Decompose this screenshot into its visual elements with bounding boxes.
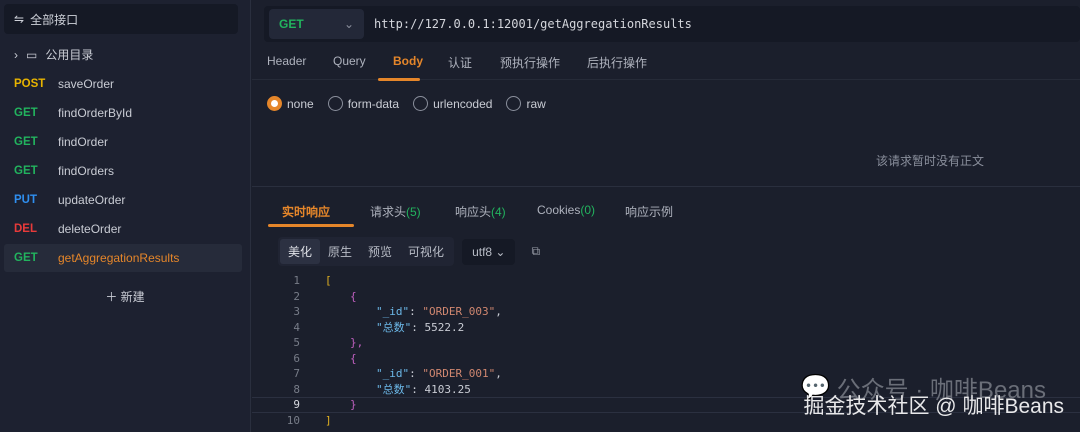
folder-icon: ▭	[26, 47, 38, 62]
method-badge: PUT	[14, 194, 37, 206]
view-pretty[interactable]: 美化	[280, 239, 321, 264]
tab-header[interactable]: Header	[267, 54, 306, 68]
tab-response-example[interactable]: 响应示例	[625, 203, 673, 220]
watermark-juejin: 掘金技术社区 @ 咖啡Beans	[803, 395, 1064, 418]
chevron-right-icon: ›	[14, 47, 18, 62]
all-apis-button[interactable]: ⇋ 全部接口	[4, 4, 238, 34]
radio-circle	[267, 96, 282, 111]
api-item-findOrders[interactable]: GET findOrders	[4, 157, 242, 185]
tab-post-script[interactable]: 后执行操作	[587, 54, 647, 71]
radio-none[interactable]: none	[267, 96, 314, 111]
method-badge: GET	[14, 107, 38, 119]
empty-body-message: 该请求暂时没有正文	[875, 154, 984, 168]
view-preview[interactable]: 预览	[360, 239, 400, 264]
url-input[interactable]: http://127.0.0.1:12001/getAggregationRes…	[374, 17, 692, 31]
url-bar: GET ⌄ http://127.0.0.1:12001/getAggregati…	[264, 6, 1080, 42]
method-select[interactable]: GET ⌄	[269, 9, 364, 39]
request-tabs: Header Query Body 认证 预执行操作 后执行操作	[252, 44, 1080, 81]
radio-circle	[413, 96, 429, 111]
folder-public[interactable]: › ▭ 公用目录	[14, 46, 93, 63]
tab-live-response[interactable]: 实时响应	[282, 203, 330, 220]
api-name: findOrders	[58, 164, 115, 178]
radio-form-data[interactable]: form-data	[327, 96, 399, 111]
api-item-findOrder[interactable]: GET findOrder	[4, 128, 242, 156]
api-item-saveOrder[interactable]: POST saveOrder	[4, 70, 242, 98]
active-tab-indicator	[268, 224, 354, 227]
chevron-down-icon: ⌄	[343, 17, 354, 31]
tab-request-headers[interactable]: 请求头(5)	[370, 203, 421, 220]
api-item-getAggregationResults[interactable]: GET getAggregationResults	[4, 244, 242, 272]
method-badge: GET	[14, 252, 38, 264]
view-mode-group: 美化 原生 预览 可视化	[278, 237, 455, 266]
api-name: findOrderById	[58, 106, 133, 120]
sidebar: ⇋ 全部接口 › ▭ 公用目录 POST saveOrder GET findOrderBy…	[0, 0, 251, 432]
api-name: saveOrder	[58, 77, 115, 91]
api-item-updateOrder[interactable]: PUT updateOrder	[4, 186, 242, 214]
tab-query[interactable]: Query	[333, 54, 366, 68]
radio-circle	[506, 96, 522, 111]
main-panel: GET ⌄ http://127.0.0.1:12001/getAggregati…	[252, 0, 1080, 432]
view-visualize[interactable]: 可视化	[400, 239, 452, 264]
api-icon: ⇋	[14, 12, 25, 26]
copy-icon[interactable]: ⧉	[531, 244, 540, 259]
active-tab-indicator	[378, 78, 420, 81]
encoding-select[interactable]: utf8 ⌄	[462, 238, 516, 265]
chevron-down-icon: ⌄	[495, 244, 506, 259]
method-badge: GET	[14, 136, 38, 148]
plus-icon: ＋	[105, 290, 121, 304]
radio-raw[interactable]: raw	[506, 96, 546, 111]
tab-response-headers[interactable]: 响应头(4)	[455, 203, 506, 220]
tab-auth[interactable]: 认证	[448, 54, 472, 71]
api-item-deleteOrder[interactable]: DEL deleteOrder	[4, 215, 242, 243]
tab-body[interactable]: Body	[393, 54, 423, 68]
view-raw[interactable]: 原生	[320, 239, 360, 264]
tab-cookies[interactable]: Cookies(0)	[537, 203, 595, 217]
method-badge: DEL	[14, 223, 37, 235]
method-badge: POST	[14, 78, 46, 90]
new-button[interactable]: ＋ 新建	[0, 288, 250, 305]
method-badge: GET	[14, 165, 38, 177]
body-type-group: none form-data urlencoded raw	[267, 96, 546, 111]
tab-pre-script[interactable]: 预执行操作	[500, 54, 560, 71]
radio-urlencoded[interactable]: urlencoded	[413, 96, 492, 111]
response-toolbar: 美化 原生 预览 可视化 utf8 ⌄ ⧉	[278, 237, 540, 266]
radio-circle	[327, 96, 343, 111]
api-name: getAggregationResults	[58, 251, 180, 265]
api-item-findOrderById[interactable]: GET findOrderById	[4, 99, 242, 127]
api-name: deleteOrder	[58, 222, 122, 236]
api-name: updateOrder	[58, 193, 126, 207]
api-name: findOrder	[58, 135, 109, 149]
